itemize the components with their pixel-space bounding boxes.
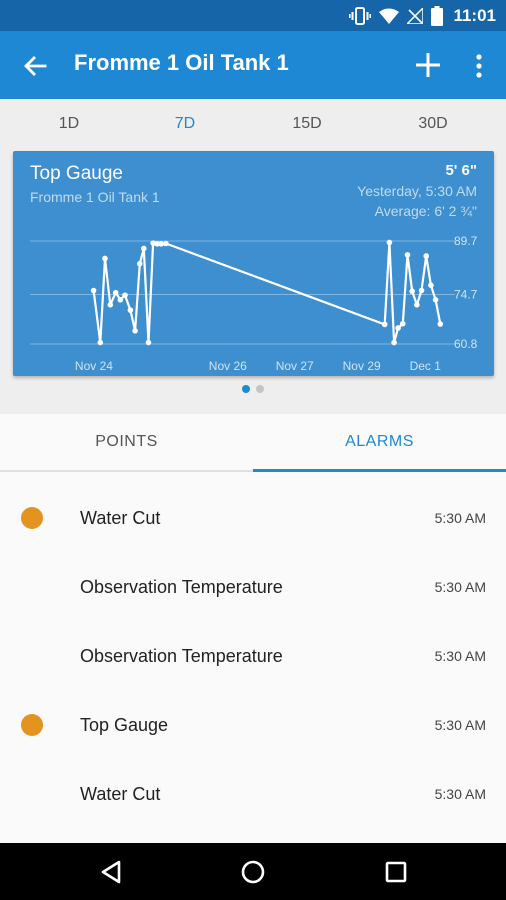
data-point xyxy=(418,287,425,294)
tab-indicator xyxy=(253,469,506,472)
page-indicator xyxy=(0,385,506,393)
alarm-time: 5:30 AM xyxy=(434,717,486,733)
data-point xyxy=(117,297,124,303)
data-point xyxy=(432,297,439,303)
last-updated: Yesterday, 5:30 AM xyxy=(357,183,477,199)
y-tick-label: 60.8 xyxy=(454,337,478,351)
data-point xyxy=(112,289,119,296)
data-point xyxy=(132,328,138,334)
back-button[interactable] xyxy=(18,49,52,83)
range-tab-30d[interactable]: 30D xyxy=(403,115,463,133)
data-point xyxy=(136,261,143,267)
add-icon xyxy=(416,53,440,77)
alarm-name: Top Gauge xyxy=(80,715,169,735)
alarm-time: 5:30 AM xyxy=(434,510,486,526)
chart-card[interactable]: 89.7 74.7 60.8 Nov 24 Nov 26 Nov 27 Nov 29 Dec … xyxy=(13,151,494,376)
data-point xyxy=(423,253,430,259)
no-signal-icon xyxy=(407,7,424,24)
data-point xyxy=(409,288,415,295)
y-tick-label: 89.7 xyxy=(454,234,478,248)
nav-recents-icon[interactable] xyxy=(382,858,410,886)
card-subtitle: Fromme 1 Oil Tank 1 xyxy=(30,189,160,205)
series-line xyxy=(92,241,442,344)
data-point xyxy=(90,287,97,294)
data-point xyxy=(386,239,393,246)
alarm-time: 5:30 AM xyxy=(434,579,486,595)
battery-icon xyxy=(431,5,444,26)
y-tick-label: 74.7 xyxy=(454,287,478,301)
range-tab-7d[interactable]: 7D xyxy=(155,115,215,133)
alarm-name: Observation Temperature xyxy=(80,577,283,597)
list-item[interactable]: Water Cut 5:30 AM xyxy=(0,484,506,553)
vibrate-icon xyxy=(349,6,372,25)
alarm-indicator-icon xyxy=(21,714,43,736)
data-point xyxy=(399,320,406,327)
data-point xyxy=(122,292,128,298)
add-button[interactable] xyxy=(410,47,446,83)
navigation-bar xyxy=(0,843,506,900)
alarm-name: Observation Temperature xyxy=(80,646,283,666)
status-bar: 11:01 xyxy=(0,0,506,31)
range-tab-15d[interactable]: 15D xyxy=(277,115,337,133)
page-title: Fromme 1 Oil Tank 1 xyxy=(74,50,289,75)
data-point xyxy=(140,245,147,252)
data-point xyxy=(404,252,411,258)
average-value: Average: 6' 2 ¾" xyxy=(374,203,477,219)
status-icons: 11:01 xyxy=(349,0,496,31)
data-point xyxy=(381,321,388,328)
page-dot xyxy=(256,385,264,393)
data-point xyxy=(163,240,169,247)
data-point xyxy=(127,307,134,313)
data-point xyxy=(391,339,397,346)
section-tabs: POINTS ALARMS xyxy=(0,414,506,472)
more-options-button[interactable] xyxy=(466,49,492,83)
app-bar: Fromme 1 Oil Tank 1 xyxy=(0,31,506,99)
alarm-name: Water Cut xyxy=(80,784,161,804)
x-tick-label: Nov 24 xyxy=(75,359,113,373)
more-vert-icon xyxy=(476,54,482,78)
alarm-time: 5:30 AM xyxy=(434,786,486,802)
current-value: 5' 6" xyxy=(445,162,477,179)
data-point xyxy=(97,339,104,346)
data-point xyxy=(107,301,114,308)
x-tick-label: Nov 26 xyxy=(209,359,247,373)
page-dot xyxy=(242,385,250,393)
alarm-list: Water Cut 5:30 AM Observation Temperatur… xyxy=(0,484,506,829)
range-tab-1d[interactable]: 1D xyxy=(39,115,99,133)
alarm-time: 5:30 AM xyxy=(434,648,486,664)
tab-points[interactable]: POINTS xyxy=(0,414,253,472)
data-point xyxy=(102,255,108,262)
nav-back-icon[interactable] xyxy=(97,858,125,886)
list-item[interactable]: Water Cut 5:30 AM xyxy=(0,760,506,829)
data-point xyxy=(145,339,152,346)
list-item[interactable]: Observation Temperature 5:30 AM xyxy=(0,622,506,691)
wifi-icon xyxy=(379,8,400,24)
status-time: 11:01 xyxy=(453,5,496,25)
x-tick-label: Nov 29 xyxy=(343,359,381,373)
list-item[interactable]: Observation Temperature 5:30 AM xyxy=(0,553,506,622)
tab-alarms[interactable]: ALARMS xyxy=(253,414,506,472)
x-tick-label: Nov 27 xyxy=(276,359,314,373)
arrow-back-icon xyxy=(24,56,47,76)
card-title: Top Gauge xyxy=(30,163,123,184)
data-point xyxy=(395,325,401,331)
chart-section: 1D 7D 15D 30D 89.7 74.7 60.8 Nov 24 Nov 26 No… xyxy=(0,99,506,414)
data-point xyxy=(437,321,444,327)
list-item[interactable]: Top Gauge 5:30 AM xyxy=(0,691,506,760)
x-tick-label: Dec 1 xyxy=(410,359,442,373)
nav-home-icon[interactable] xyxy=(239,858,267,886)
alarm-name: Water Cut xyxy=(80,508,161,528)
data-point xyxy=(414,301,420,308)
data-point xyxy=(428,282,434,288)
alarm-indicator-icon xyxy=(21,507,43,529)
